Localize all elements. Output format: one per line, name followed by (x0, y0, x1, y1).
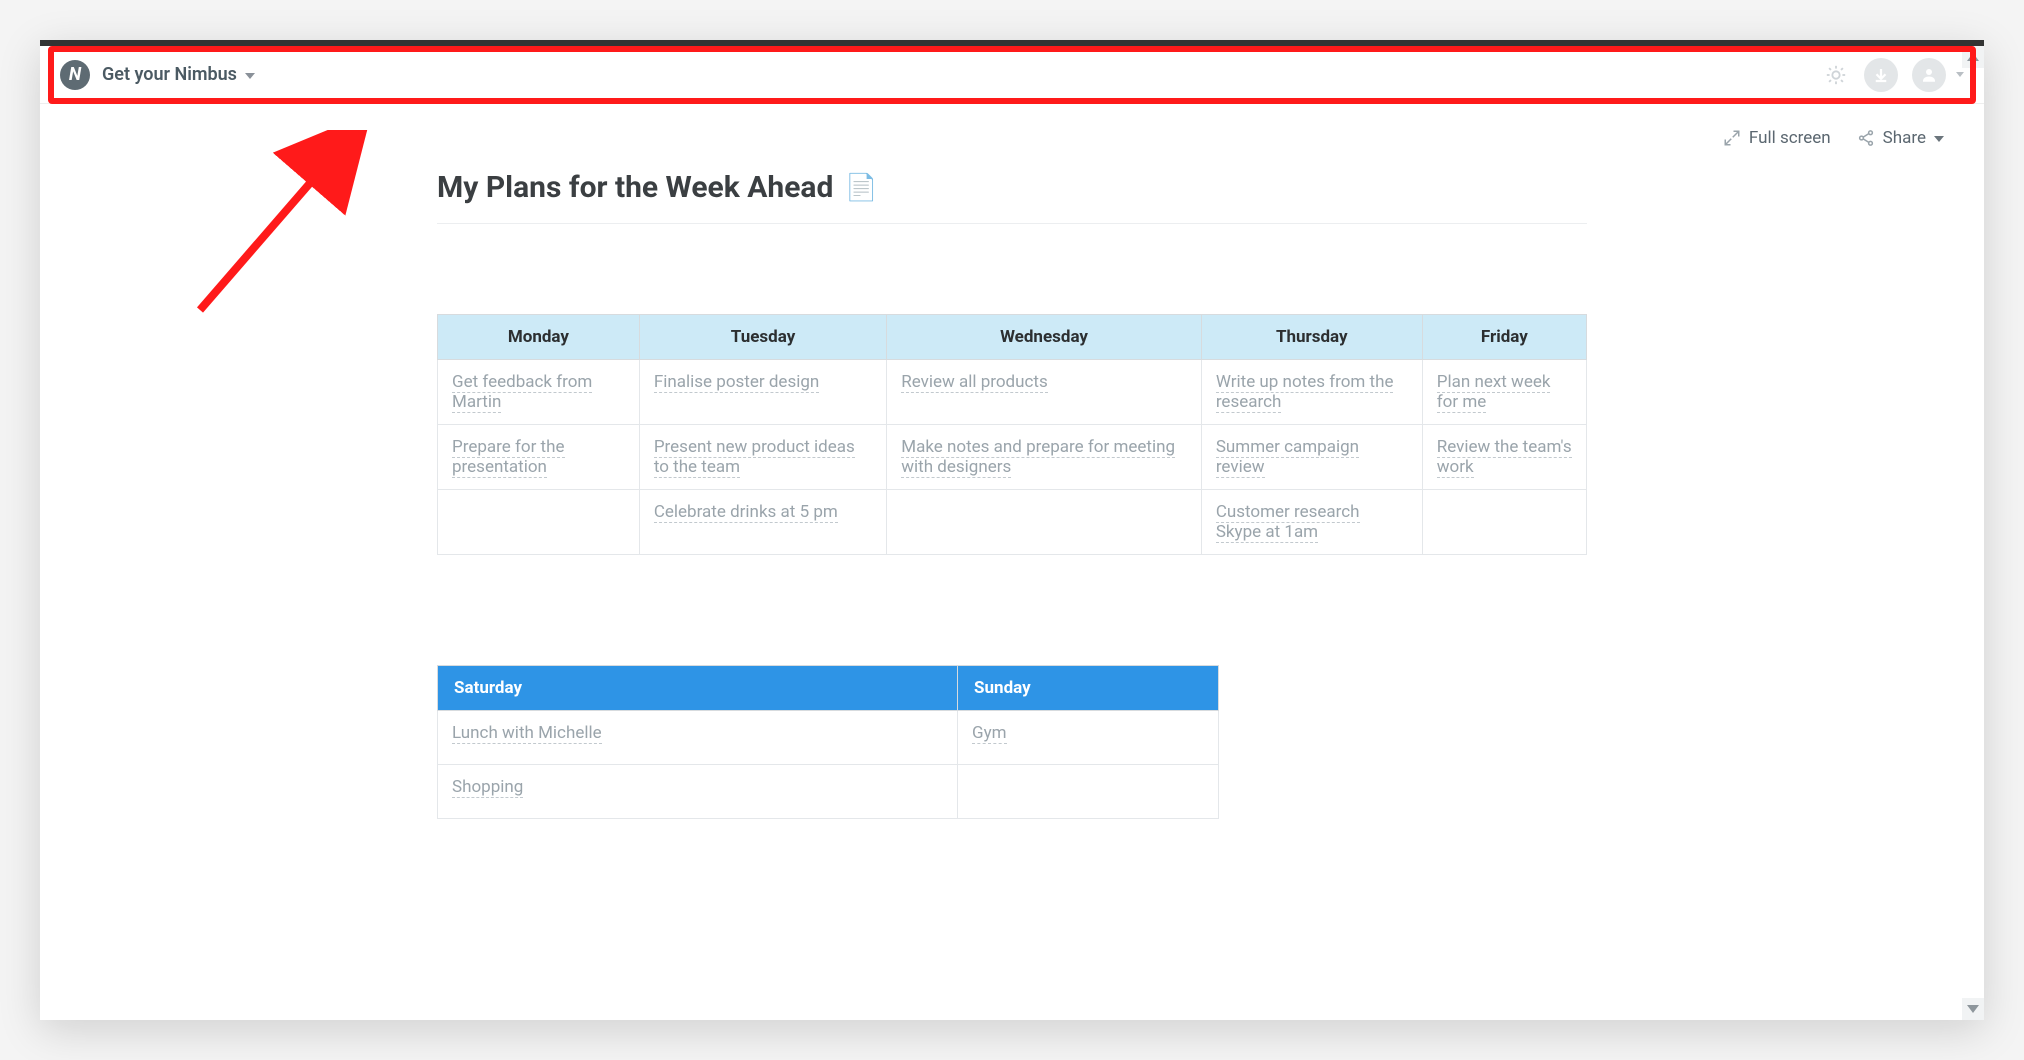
account-chevron-down-icon[interactable] (1956, 72, 1964, 77)
table-cell (958, 765, 1219, 819)
header-bar: N Get your Nimbus (40, 46, 1984, 104)
annotation-arrow-icon (180, 130, 380, 330)
nimbus-logo-icon[interactable]: N (60, 60, 90, 90)
table-cell: Celebrate drinks at 5 pm (639, 490, 886, 555)
task-link[interactable]: Lunch with Michelle (452, 723, 602, 744)
table-cell: Customer research Skype at 1am (1201, 490, 1422, 555)
triangle-up-icon (1967, 53, 1979, 61)
scrollbar-down-button[interactable] (1962, 998, 1984, 1020)
brand-label: Get your Nimbus (102, 64, 237, 85)
task-link[interactable]: Write up notes from the research (1216, 372, 1394, 413)
table-cell (1422, 490, 1586, 555)
task-link[interactable]: Finalise poster design (654, 372, 819, 393)
get-nimbus-dropdown[interactable]: Get your Nimbus (102, 64, 255, 85)
table-row: Shopping (438, 765, 1219, 819)
weekend-plan-table: SaturdaySunday Lunch with Michelle Gym Sho… (437, 665, 1219, 819)
table-cell: Shopping (438, 765, 958, 819)
table-header: Monday (438, 315, 640, 360)
theme-sun-icon[interactable] (1822, 61, 1850, 89)
page-title: My Plans for the Week Ahead 📄 (437, 170, 1587, 224)
logo-letter: N (69, 64, 81, 85)
table-cell: Present new product ideas to the team (639, 425, 886, 490)
table-cell: Lunch with Michelle (438, 711, 958, 765)
task-link[interactable]: Celebrate drinks at 5 pm (654, 502, 838, 523)
account-button[interactable] (1912, 58, 1946, 92)
share-icon (1857, 129, 1875, 147)
fullscreen-button[interactable]: Full screen (1723, 128, 1831, 148)
table-row: Get feedback from Martin Finalise poster … (438, 360, 1587, 425)
table-cell: Get feedback from Martin (438, 360, 640, 425)
task-link[interactable]: Customer research Skype at 1am (1216, 502, 1360, 543)
share-label: Share (1883, 128, 1926, 148)
table-cell: Prepare for the presentation (438, 425, 640, 490)
download-button[interactable] (1864, 58, 1898, 92)
table-header: Saturday (438, 666, 958, 711)
expand-icon (1723, 129, 1741, 147)
document-emoji-icon: 📄 (845, 173, 877, 203)
table-cell: Write up notes from the research (1201, 360, 1422, 425)
header-right-group (1822, 58, 1964, 92)
task-link[interactable]: Shopping (452, 777, 523, 798)
table-cell: Plan next week for me (1422, 360, 1586, 425)
table-cell: Make notes and prepare for meeting with … (887, 425, 1202, 490)
scrollbar-up-button[interactable] (1962, 46, 1984, 68)
share-button[interactable]: Share (1857, 128, 1944, 148)
task-link[interactable]: Review the team's work (1437, 437, 1572, 478)
table-cell: Review all products (887, 360, 1202, 425)
task-link[interactable]: Get feedback from Martin (452, 372, 592, 413)
content-area: My Plans for the Week Ahead 📄 MondayTues… (417, 170, 1607, 819)
weekday-plan-table: MondayTuesdayWednesdayThursdayFriday Get… (437, 314, 1587, 555)
chevron-down-icon (245, 73, 255, 79)
task-link[interactable]: Make notes and prepare for meeting with … (901, 437, 1175, 478)
task-link[interactable]: Summer campaign review (1216, 437, 1359, 478)
table-cell: Gym (958, 711, 1219, 765)
table-header: Friday (1422, 315, 1586, 360)
task-link[interactable]: Present new product ideas to the team (654, 437, 855, 478)
subheader-bar: Full screen Share (40, 104, 1984, 148)
chevron-down-icon (1934, 136, 1944, 142)
table-header: Thursday (1201, 315, 1422, 360)
page-title-text: My Plans for the Week Ahead (437, 170, 833, 205)
table-header: Sunday (958, 666, 1219, 711)
task-link[interactable]: Gym (972, 723, 1007, 744)
table-cell: Summer campaign review (1201, 425, 1422, 490)
table-row: Prepare for the presentation Present new … (438, 425, 1587, 490)
table-header: Wednesday (887, 315, 1202, 360)
table-cell (438, 490, 640, 555)
task-link[interactable]: Plan next week for me (1437, 372, 1551, 413)
table-cell (887, 490, 1202, 555)
table-row: Lunch with Michelle Gym (438, 711, 1219, 765)
task-link[interactable]: Review all products (901, 372, 1048, 393)
table-row: Celebrate drinks at 5 pm Customer researc… (438, 490, 1587, 555)
table-cell: Review the team's work (1422, 425, 1586, 490)
fullscreen-label: Full screen (1749, 128, 1831, 148)
task-link[interactable]: Prepare for the presentation (452, 437, 565, 478)
app-window: N Get your Nimbus (40, 40, 1984, 1020)
table-cell: Finalise poster design (639, 360, 886, 425)
triangle-down-icon (1967, 1005, 1979, 1013)
table-header: Tuesday (639, 315, 886, 360)
